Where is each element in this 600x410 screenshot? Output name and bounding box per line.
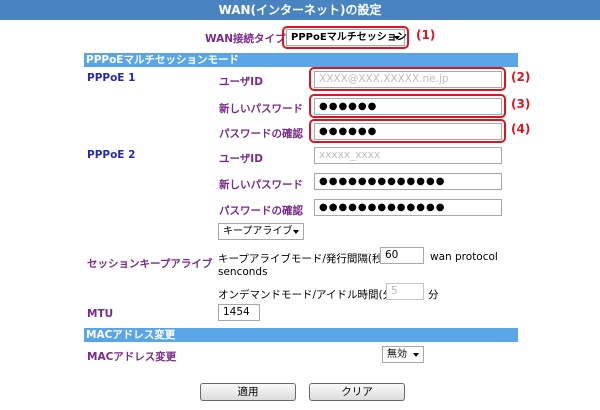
marker-1: (1) bbox=[416, 28, 436, 42]
pppoe1-label: PPPoE 1 bbox=[87, 72, 136, 84]
clear-button[interactable]: クリア bbox=[309, 383, 405, 401]
pppoe1-new-password-input[interactable]: ●●●●●● bbox=[314, 98, 502, 115]
pppoe2-confirm-password-input[interactable]: ●●●●●●●●●●●●● bbox=[314, 199, 502, 216]
mac-selected: 無効 bbox=[387, 349, 407, 360]
mac-label: MACアドレス変更 bbox=[87, 351, 177, 363]
chevron-down-icon bbox=[394, 36, 400, 40]
pppoe2-user-id-input[interactable]: xxxxx_xxxx bbox=[314, 147, 502, 164]
pppoe1-user-id-label: ユーザID bbox=[219, 76, 263, 88]
marker-3: (3) bbox=[511, 97, 531, 111]
marker-4: (4) bbox=[511, 122, 531, 136]
apply-button[interactable]: 適用 bbox=[200, 383, 296, 401]
pppoe1-confirm-password-input[interactable]: ●●●●●● bbox=[314, 123, 502, 140]
pppoe2-label: PPPoE 2 bbox=[87, 149, 136, 161]
idle-time-unit: 分 bbox=[428, 289, 439, 301]
mtu-input[interactable]: 1454 bbox=[218, 304, 260, 321]
marker-2: (2) bbox=[511, 70, 531, 84]
keepalive-selected: キープアライブ bbox=[223, 226, 293, 237]
pppoe-section-header: PPPoEマルチセッションモード bbox=[84, 53, 518, 67]
wan-type-select[interactable]: PPPoEマルチセッション bbox=[286, 29, 407, 46]
chevron-down-icon bbox=[293, 230, 299, 234]
idle-time-input[interactable]: 5 bbox=[386, 283, 424, 300]
keepalive-label: セッションキープアライブ bbox=[87, 258, 213, 270]
keepalive-seconds-text: senconds bbox=[218, 266, 268, 278]
pppoe1-confirm-password-label: パスワードの確認 bbox=[219, 128, 303, 140]
mac-section-header: MACアドレス変更 bbox=[84, 328, 518, 342]
pppoe1-new-password-label: 新しいパスワード bbox=[219, 103, 303, 115]
chevron-down-icon bbox=[413, 353, 419, 357]
mtu-label: MTU bbox=[87, 308, 114, 320]
keepalive-mode-label: キープアライブモード/発行間隔(秒): bbox=[218, 253, 391, 265]
page-title: WAN(インターネット)の設定 bbox=[0, 0, 600, 20]
mac-select[interactable]: 無効 bbox=[382, 346, 424, 363]
wan-type-selected: PPPoEマルチセッション bbox=[291, 32, 407, 43]
pppoe2-new-password-label: 新しいパスワード bbox=[219, 179, 303, 191]
ondemand-label: オンデマンドモード/アイドル時間(分): bbox=[218, 289, 401, 301]
wan-type-label: WAN接続タイプ bbox=[205, 33, 286, 45]
pppoe2-confirm-password-label: パスワードの確認 bbox=[219, 205, 303, 217]
pppoe2-new-password-input[interactable]: ●●●●●●●●●●●●● bbox=[314, 173, 502, 190]
keepalive-interval-input[interactable]: 60 bbox=[380, 247, 424, 264]
pppoe1-user-id-input[interactable]: XXXX@XXX.XXXXX.ne.jp bbox=[314, 71, 502, 88]
keepalive-select[interactable]: キープアライブ bbox=[218, 223, 304, 240]
pppoe2-user-id-label: ユーザID bbox=[219, 153, 263, 165]
keepalive-protocol-text: wan protocol bbox=[430, 251, 498, 263]
